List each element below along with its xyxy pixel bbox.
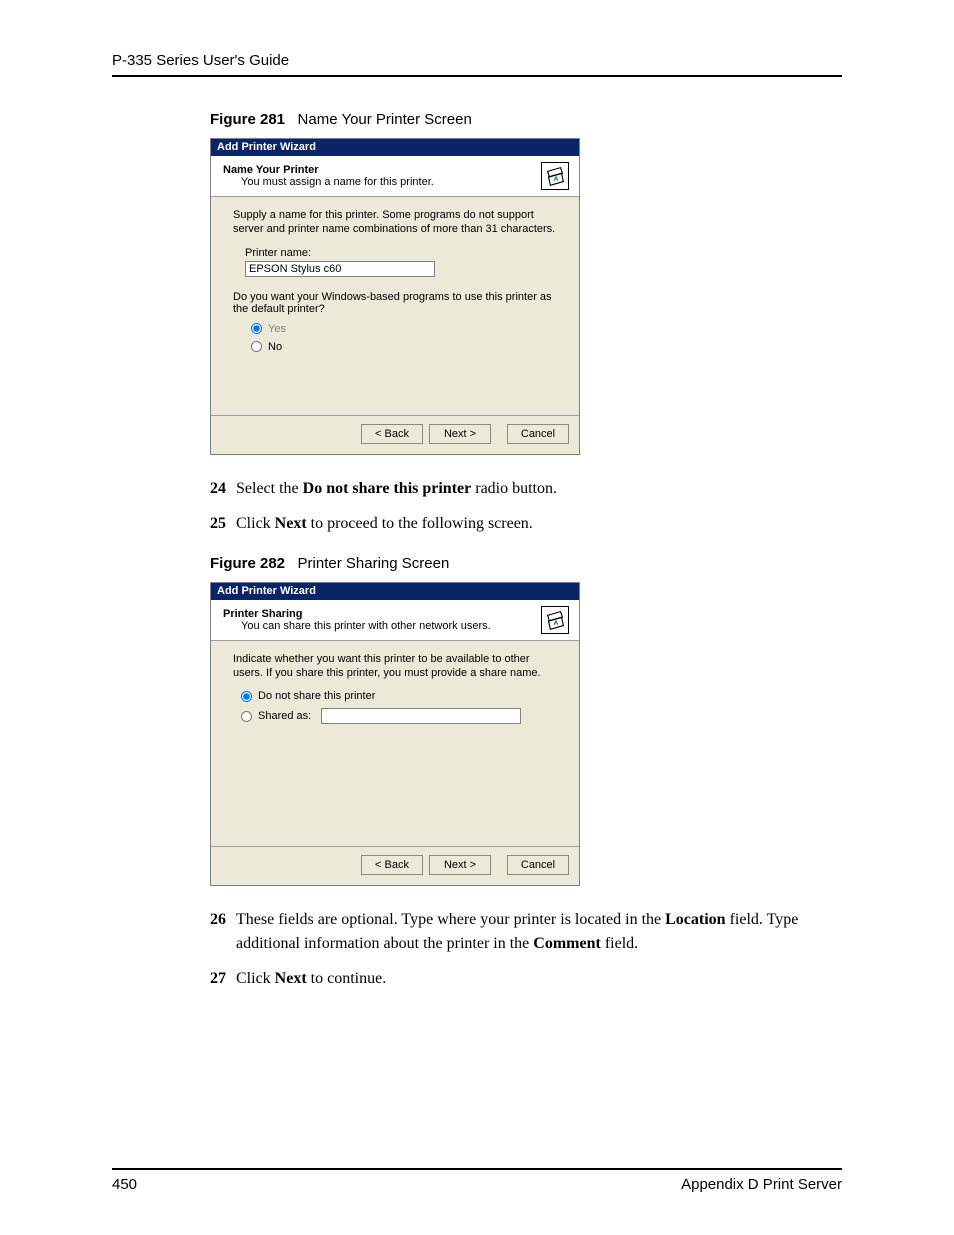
step-26-b1: Location	[665, 911, 725, 928]
cancel-button[interactable]: Cancel	[507, 424, 569, 444]
wizard-titlebar: Add Printer Wizard	[211, 583, 579, 600]
step-26-t1: These fields are optional. Type where yo…	[236, 911, 665, 928]
step-27: 27 Click Next to continue.	[210, 967, 842, 990]
radio-shared-as-label: Shared as:	[258, 710, 311, 722]
wizard-footer: < Back Next > Cancel	[211, 846, 579, 885]
radio-yes-label: Yes	[268, 323, 286, 335]
step-25-num: 25	[210, 512, 232, 535]
page-footer: 450 Appendix D Print Server	[112, 1168, 842, 1193]
step-26-t3: field.	[601, 935, 638, 952]
step-27-text-pre: Click	[236, 970, 275, 987]
back-button[interactable]: < Back	[361, 424, 423, 444]
default-printer-question: Do you want your Windows-based programs …	[233, 291, 557, 315]
wizard-heading: Printer Sharing	[223, 608, 569, 620]
radio-no-share[interactable]	[241, 691, 252, 702]
wizard-name-printer: Add Printer Wizard Name Your Printer You…	[210, 138, 580, 455]
step-26: 26 These fields are optional. Type where…	[210, 908, 842, 954]
printer-name-label: Printer name:	[245, 247, 557, 259]
radio-no-label: No	[268, 341, 282, 353]
figure-281-title: Name Your Printer Screen	[298, 111, 472, 128]
radio-shared-as[interactable]	[241, 711, 252, 722]
step-25: 25 Click Next to proceed to the followin…	[210, 512, 842, 535]
step-24-num: 24	[210, 477, 232, 500]
wizard-subheading: You must assign a name for this printer.	[241, 176, 569, 188]
step-25-text-pre: Click	[236, 515, 275, 532]
printer-icon	[541, 162, 569, 190]
wizard-header: Name Your Printer You must assign a name…	[211, 156, 579, 197]
step-26-b2: Comment	[533, 935, 601, 952]
printer-icon	[541, 606, 569, 634]
step-24-text-post: radio button.	[471, 480, 557, 497]
footer-section: Appendix D Print Server	[681, 1176, 842, 1193]
next-button[interactable]: Next >	[429, 424, 491, 444]
share-name-input[interactable]	[321, 708, 521, 724]
step-27-bold: Next	[275, 970, 307, 987]
step-24-text-pre: Select the	[236, 480, 303, 497]
page-number: 450	[112, 1176, 137, 1193]
wizard-titlebar: Add Printer Wizard	[211, 139, 579, 156]
figure-281-caption: Figure 281 Name Your Printer Screen	[210, 111, 842, 128]
running-head: P-335 Series User's Guide	[112, 52, 842, 69]
wizard-intro-text: Indicate whether you want this printer t…	[233, 653, 557, 681]
figure-282-caption: Figure 282 Printer Sharing Screen	[210, 555, 842, 572]
step-24: 24 Select the Do not share this printer …	[210, 477, 842, 500]
step-25-bold: Next	[275, 515, 307, 532]
figure-282-num: Figure 282	[210, 555, 285, 572]
next-button[interactable]: Next >	[429, 855, 491, 875]
wizard-printer-sharing: Add Printer Wizard Printer Sharing You c…	[210, 582, 580, 887]
radio-no-share-label: Do not share this printer	[258, 690, 375, 702]
header-rule	[112, 75, 842, 77]
step-24-bold: Do not share this printer	[303, 480, 472, 497]
step-27-num: 27	[210, 967, 232, 990]
wizard-subheading: You can share this printer with other ne…	[241, 620, 569, 632]
wizard-header: Printer Sharing You can share this print…	[211, 600, 579, 641]
wizard-heading: Name Your Printer	[223, 164, 569, 176]
cancel-button[interactable]: Cancel	[507, 855, 569, 875]
wizard-intro-text: Supply a name for this printer. Some pro…	[233, 209, 557, 237]
step-26-num: 26	[210, 908, 232, 954]
step-25-text-post: to proceed to the following screen.	[307, 515, 533, 532]
figure-282-title: Printer Sharing Screen	[298, 555, 450, 572]
figure-281-num: Figure 281	[210, 111, 285, 128]
footer-rule	[112, 1168, 842, 1170]
back-button[interactable]: < Back	[361, 855, 423, 875]
wizard-body: Supply a name for this printer. Some pro…	[211, 197, 579, 415]
radio-yes[interactable]	[251, 323, 262, 334]
wizard-footer: < Back Next > Cancel	[211, 415, 579, 454]
wizard-body: Indicate whether you want this printer t…	[211, 641, 579, 847]
radio-no[interactable]	[251, 341, 262, 352]
printer-name-input[interactable]	[245, 261, 435, 277]
step-27-text-post: to continue.	[307, 970, 387, 987]
